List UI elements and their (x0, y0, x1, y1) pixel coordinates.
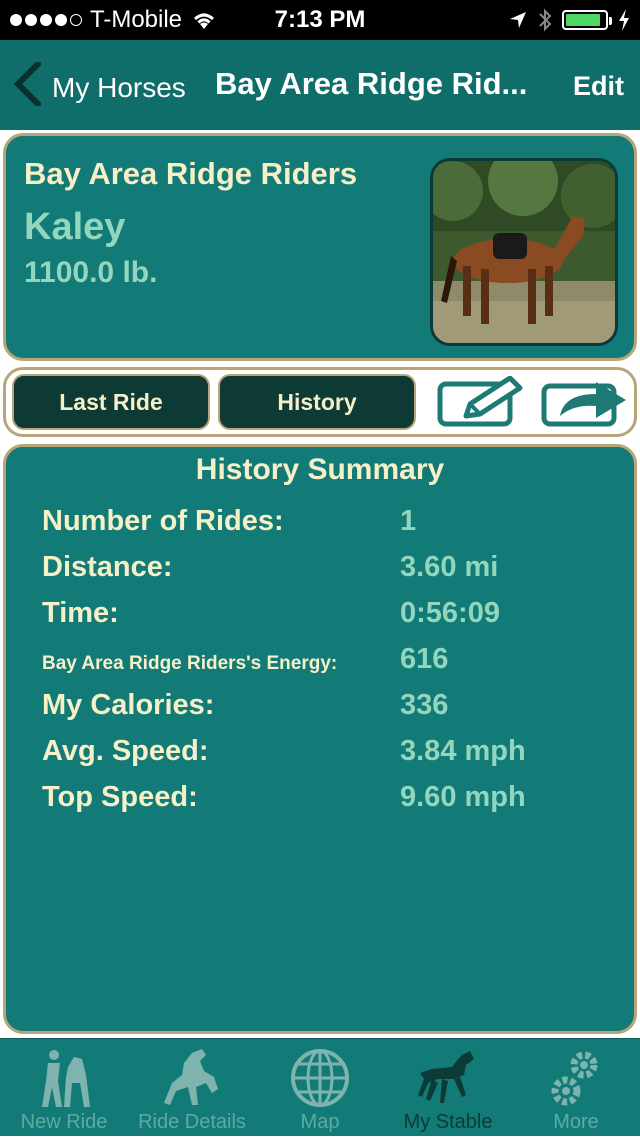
status-bar: T-Mobile 7:13 PM (0, 0, 640, 40)
stat-value: 336 (400, 689, 449, 721)
stat-row: My Calories: 336 (42, 689, 622, 735)
tab-bar: New Ride Ride Details Map My Stable More (0, 1038, 640, 1136)
tab-label: More (553, 1111, 599, 1133)
globe-icon (291, 1049, 349, 1107)
horse-card: Bay Area Ridge Riders Kaley 1100.0 lb. (3, 133, 637, 361)
horse-rider-icon (42, 1050, 90, 1107)
stat-row: Number of Rides: 1 (42, 505, 622, 551)
status-right (508, 0, 630, 40)
edit-pencil-icon[interactable] (436, 376, 526, 428)
stat-label: Bay Area Ridge Riders's Energy: (42, 653, 338, 674)
battery-icon (562, 10, 612, 30)
tab-label: Map (300, 1111, 340, 1133)
history-summary-card: History Summary Number of Rides: 1 Dista… (3, 444, 637, 1034)
stat-value: 0:56:09 (400, 597, 500, 629)
stat-label: Avg. Speed: (42, 735, 209, 767)
stat-row: Avg. Speed: 3.84 mph (42, 735, 622, 781)
stat-row: Top Speed: 9.60 mph (42, 781, 622, 827)
share-icon[interactable] (540, 376, 630, 428)
stat-value: 9.60 mph (400, 781, 526, 813)
gears-icon (551, 1051, 598, 1106)
bluetooth-icon (539, 8, 552, 32)
edit-button[interactable]: Edit (573, 71, 624, 102)
stat-label: Time: (42, 597, 119, 629)
tab-new-ride[interactable]: New Ride (0, 1039, 128, 1137)
main-content: Bay Area Ridge Riders Kaley 1100.0 lb. L… (0, 130, 640, 1038)
back-button[interactable]: My Horses (14, 62, 186, 106)
stat-value: 1 (400, 505, 417, 537)
stat-value: 616 (400, 643, 449, 675)
stat-row: Time: 0:56:09 (42, 597, 622, 643)
summary-title: History Summary (195, 453, 445, 486)
history-button[interactable]: History (218, 374, 416, 430)
stat-value: 3.84 mph (400, 735, 526, 767)
stat-row: Distance: 3.60 mi (42, 551, 622, 597)
battery-level (566, 14, 601, 26)
back-button-label: My Horses (52, 72, 186, 103)
horse-name: Bay Area Ridge Riders (24, 156, 358, 191)
stat-label: Top Speed: (42, 781, 198, 813)
rider-name: Kaley (24, 206, 126, 248)
horse-weight: 1100.0 lb. (24, 256, 158, 289)
stat-label: My Calories: (42, 689, 215, 721)
rearing-horse-icon (164, 1049, 218, 1105)
stat-label: Distance: (42, 551, 173, 583)
page-title: Bay Area Ridge Rid... (215, 66, 528, 101)
trotting-horse-icon (418, 1051, 474, 1103)
tab-label: Ride Details (138, 1111, 246, 1133)
last-ride-button[interactable]: Last Ride (12, 374, 210, 430)
location-arrow-icon (510, 12, 526, 28)
tab-label: My Stable (403, 1111, 493, 1133)
action-button-row: Last Ride History (3, 367, 637, 437)
stat-row: Bay Area Ridge Riders's Energy: 616 (42, 643, 622, 689)
tab-map[interactable]: Map (256, 1039, 384, 1137)
tab-my-stable[interactable]: My Stable (384, 1039, 512, 1137)
stat-value: 3.60 mi (400, 551, 499, 583)
tab-ride-details[interactable]: Ride Details (128, 1039, 256, 1137)
stat-label: Number of Rides: (42, 505, 284, 537)
charging-icon (619, 9, 629, 31)
horse-photo[interactable] (430, 158, 618, 346)
tab-label: New Ride (20, 1111, 108, 1133)
tab-more[interactable]: More (512, 1039, 640, 1137)
horse-photo-image (433, 161, 615, 343)
navigation-bar: My Horses Bay Area Ridge Rid... Edit (0, 40, 640, 130)
chevron-left-icon (14, 62, 41, 106)
